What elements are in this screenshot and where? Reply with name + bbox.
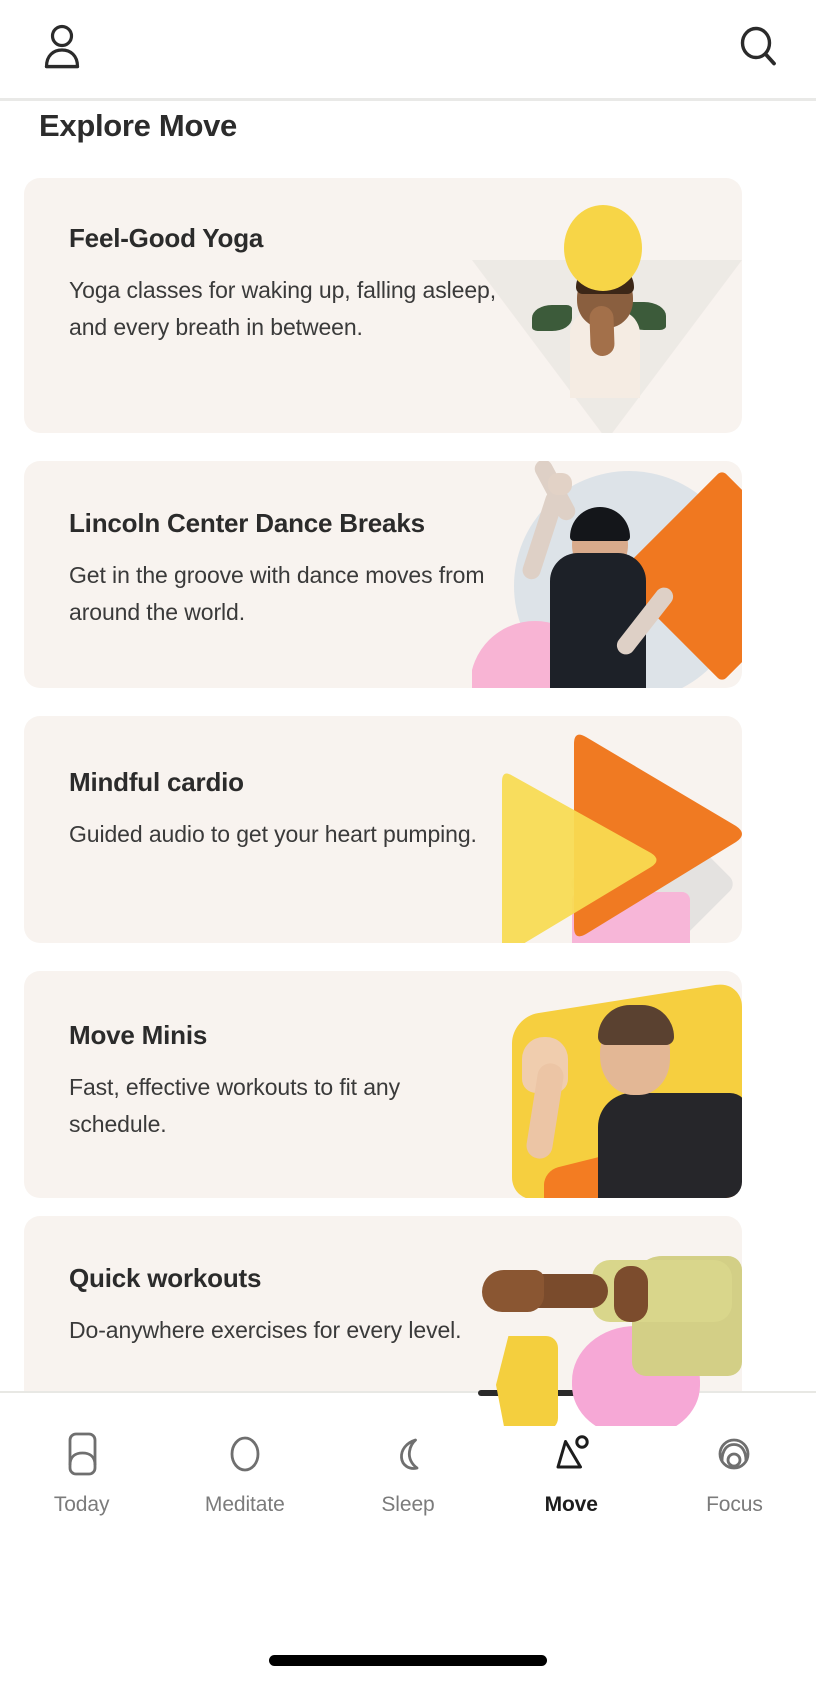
explore-card-list: Feel-Good Yoga Yoga classes for waking u… [0,178,816,1426]
page-title: Explore Move [39,108,237,143]
tab-meditate[interactable]: Meditate [163,1429,326,1517]
bottom-tab-bar: Today Meditate Sleep Move Focus [0,1390,816,1692]
card-mindful-cardio[interactable]: Mindful cardio Guided audio to get your … [24,716,742,943]
card-description: Yoga classes for waking up, falling asle… [69,277,497,340]
card-art-dance [472,461,742,688]
yellow-play-triangle [502,773,657,943]
tab-move[interactable]: Move [490,1429,653,1517]
card-art-quick-workouts [472,1216,742,1426]
spiral-icon [710,1429,758,1479]
card-title: Quick workouts [69,1263,262,1293]
search-button[interactable] [730,21,786,77]
card-title: Mindful cardio [69,767,244,797]
profile-button[interactable] [34,21,90,77]
tab-label: Today [53,1493,110,1516]
triangle-dot-icon [547,1429,595,1479]
app-screen: Explore Move Feel-Good Yoga Yoga classes… [0,0,816,1692]
card-art-yoga [472,178,742,433]
card-move-minis[interactable]: Move Minis Fast, effective workouts to f… [24,971,742,1198]
top-bar [0,0,816,101]
card-art-cardio [472,716,742,943]
card-title: Move Minis [69,1020,208,1050]
tab-label: Move [544,1493,598,1516]
card-lincoln-center-dance-breaks[interactable]: Lincoln Center Dance Breaks Get in the g… [24,461,742,688]
tab-label: Meditate [204,1493,285,1516]
card-title: Feel-Good Yoga [69,223,264,253]
card-description: Guided audio to get your heart pumping. [69,821,477,847]
tab-today[interactable]: Today [0,1429,163,1517]
card-description: Fast, effective workouts to fit any sche… [69,1074,400,1137]
tab-label: Focus [706,1493,763,1516]
home-indicator [269,1655,547,1666]
tab-focus[interactable]: Focus [653,1429,816,1517]
tab-label: Sleep [381,1493,435,1516]
person-icon [40,23,84,76]
card-title: Lincoln Center Dance Breaks [69,508,425,538]
search-icon [735,23,781,76]
moon-icon [384,1429,432,1479]
circle-icon [221,1429,269,1479]
today-card-icon [58,1429,106,1479]
tab-sleep[interactable]: Sleep [326,1429,489,1517]
card-art-move-minis [472,971,742,1198]
card-feel-good-yoga[interactable]: Feel-Good Yoga Yoga classes for waking u… [24,178,742,433]
card-description: Get in the groove with dance moves from … [69,562,485,625]
card-description: Do-anywhere exercises for every level. [69,1317,462,1343]
